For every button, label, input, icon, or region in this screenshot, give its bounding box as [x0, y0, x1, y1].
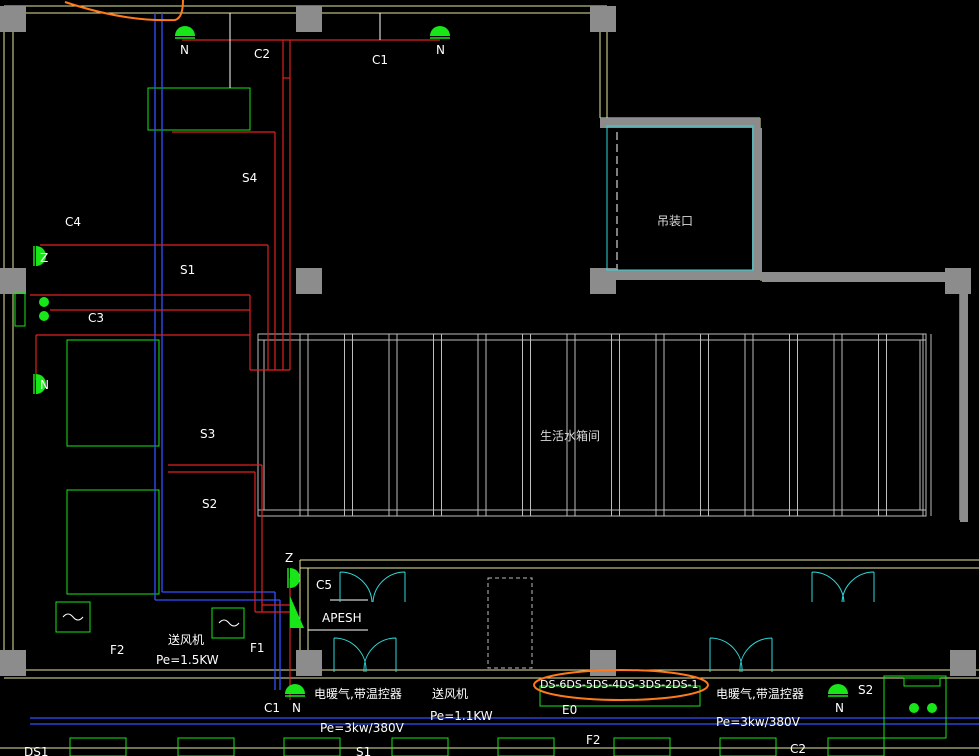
room-water-tank: 生活水箱间: [540, 428, 600, 443]
circuit-ds1: DS1: [24, 745, 49, 756]
pump-symbol-2: [39, 311, 49, 321]
circuit-c1-bottom: C1: [264, 701, 280, 715]
heater-left-name: 电暖气,带温控器: [314, 686, 402, 701]
pump-symbol-1: [39, 297, 49, 307]
circuit-s1: S1: [180, 263, 195, 277]
device-n1-label: N: [180, 43, 189, 57]
circuit-c4: C4: [65, 215, 81, 229]
device-z2-label: Z: [285, 551, 293, 565]
room-hoist-opening: 吊装口: [657, 214, 693, 228]
circuit-f2: F2: [110, 643, 125, 657]
apesh-label: APESH: [322, 611, 362, 625]
circuit-s2-left: S2: [202, 497, 217, 511]
cad-drawing-canvas: 吊装口 生活水箱间 C2 C1 S4 C4 S1 C3 S3 S2 C5 F1 …: [0, 0, 979, 756]
circuit-s2-right: S2: [858, 683, 873, 697]
pump-symbol-4: [927, 703, 937, 713]
fan-mid-name: 送风机: [432, 686, 468, 701]
fan-left-power: Pe=1.5KW: [156, 653, 219, 667]
circuit-f2-bottom: F2: [586, 733, 601, 747]
circuit-s4: S4: [242, 171, 257, 185]
circuit-e0: E0: [562, 703, 577, 717]
fan-left-name: 送风机: [168, 632, 204, 647]
circuit-c3: C3: [88, 311, 104, 325]
device-n4-label: N: [292, 701, 301, 715]
circuit-c2-top: C2: [254, 47, 270, 61]
circuit-c2-bottom: C2: [790, 742, 806, 756]
fan-mid-power: Pe=1.1KW: [430, 709, 493, 723]
background: [0, 0, 979, 756]
device-n2-label: N: [436, 43, 445, 57]
circuit-s3: S3: [200, 427, 215, 441]
highlight-ds-label: DS-6DS-5DS-4DS-3DS-2DS-1: [540, 678, 699, 691]
device-n3-label: N: [40, 378, 49, 392]
device-z1-label: Z: [40, 251, 48, 265]
circuit-c1-top: C1: [372, 53, 388, 67]
heater-right-power: Pe=3kw/380V: [716, 715, 801, 729]
device-n5-label: N: [835, 701, 844, 715]
heater-right-name: 电暖气,带温控器: [716, 686, 804, 701]
circuit-f1: F1: [250, 641, 265, 655]
heater-left-power: Pe=3kw/380V: [320, 721, 405, 735]
circuit-s1-bottom: S1: [356, 745, 371, 756]
pump-symbol-3: [909, 703, 919, 713]
circuit-c5: C5: [316, 578, 332, 592]
